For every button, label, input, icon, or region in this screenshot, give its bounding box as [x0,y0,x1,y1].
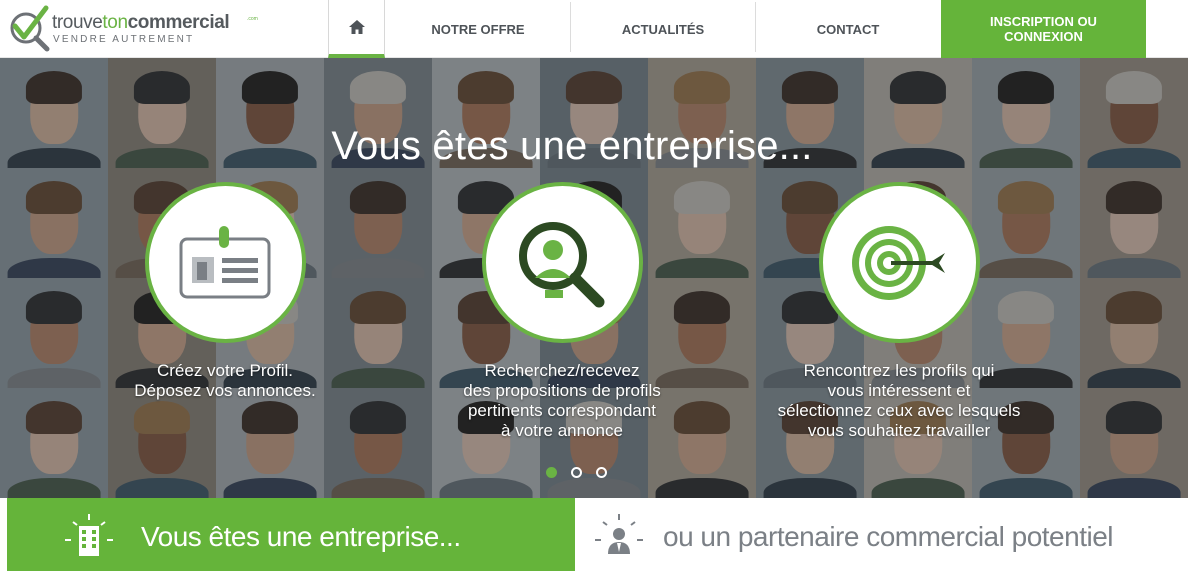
feature-icon-circle [144,182,306,343]
nav-contact[interactable]: CONTACT [756,0,940,58]
nav-home-button[interactable] [328,0,385,58]
carousel-dot-3[interactable] [596,467,607,478]
carousel-pagination [546,467,607,478]
logo-magnifier-check-icon [10,5,50,52]
feature-2-line: à votre annonce [501,421,623,440]
logo-word-commercial: commercial [127,12,230,33]
tab-partenaire[interactable]: ou un partenaire commercial potentiel [579,498,1147,571]
tab-entreprise-label: Vous êtes une entreprise... [141,521,461,552]
feature-3-line: Rencontrez les profils qui [803,361,995,380]
feature-icon-circle [818,182,980,343]
person-icon [595,514,643,554]
cta-line-1: INSCRIPTION OU [990,14,1097,29]
feature-search-profiles: Recherchez/recevez des propositions de p… [422,182,702,441]
feature-1-text: Créez votre Profil. Déposez vos annonces… [85,361,365,401]
tab-entreprise[interactable]: Vous êtes une entreprise... [7,498,575,571]
feature-icon-circle [481,182,643,343]
logo-word-ton: ton [102,12,128,33]
hero-carousel: Vous êtes une entreprise... Créez votre … [0,58,1188,498]
nav-actualites[interactable]: ACTUALITÉS [571,0,755,58]
logo-wordmark: trouvetoncommercial [52,12,230,33]
home-icon [348,20,365,34]
feature-2-line: des propositions de profils [463,381,661,400]
feature-1-line: Créez votre Profil. [156,361,294,380]
feature-2-line: pertinents correspondant [467,401,657,420]
hero-title: Vous êtes une entreprise... [331,124,813,168]
signup-login-button[interactable]: INSCRIPTION OU CONNEXION [941,0,1146,58]
feature-1-line: Déposez vos annonces. [134,381,316,400]
site-logo[interactable]: trouvetoncommercial .com VENDRE AUTREMEN… [6,4,258,52]
feature-2-text: Recherchez/recevez des propositions de p… [422,361,702,441]
carousel-dot-2[interactable] [571,467,582,478]
feature-2-line: Recherchez/recevez [484,361,640,380]
target-icon [852,225,945,300]
feature-3-line: sélectionnez ceux avec lesquels [777,401,1021,420]
magnifier-person-icon [519,221,605,307]
tab-partenaire-label: ou un partenaire commercial potentiel [663,521,1113,552]
carousel-dot-1[interactable] [546,467,557,478]
feature-meet-profiles: Rencontrez les profils qui vous intéress… [759,182,1039,441]
feature-create-profile: Créez votre Profil. Déposez vos annonces… [85,182,365,401]
feature-3-text: Rencontrez les profils qui vous intéress… [759,361,1039,441]
logo-dotcom: .com [247,16,258,22]
logo-word-trouve: trouve [52,12,103,33]
building-icon [65,514,113,556]
feature-3-line: vous souhaitez travailler [807,421,991,440]
feature-3-line: vous intéressent et [827,381,971,400]
top-navigation: trouvetoncommercial .com VENDRE AUTREMEN… [0,0,1188,58]
id-card-icon [179,225,271,298]
cta-line-2: CONNEXION [1004,29,1083,44]
logo-tagline: VENDRE AUTREMENT [53,34,195,45]
nav-notre-offre[interactable]: NOTRE OFFRE [386,0,570,58]
